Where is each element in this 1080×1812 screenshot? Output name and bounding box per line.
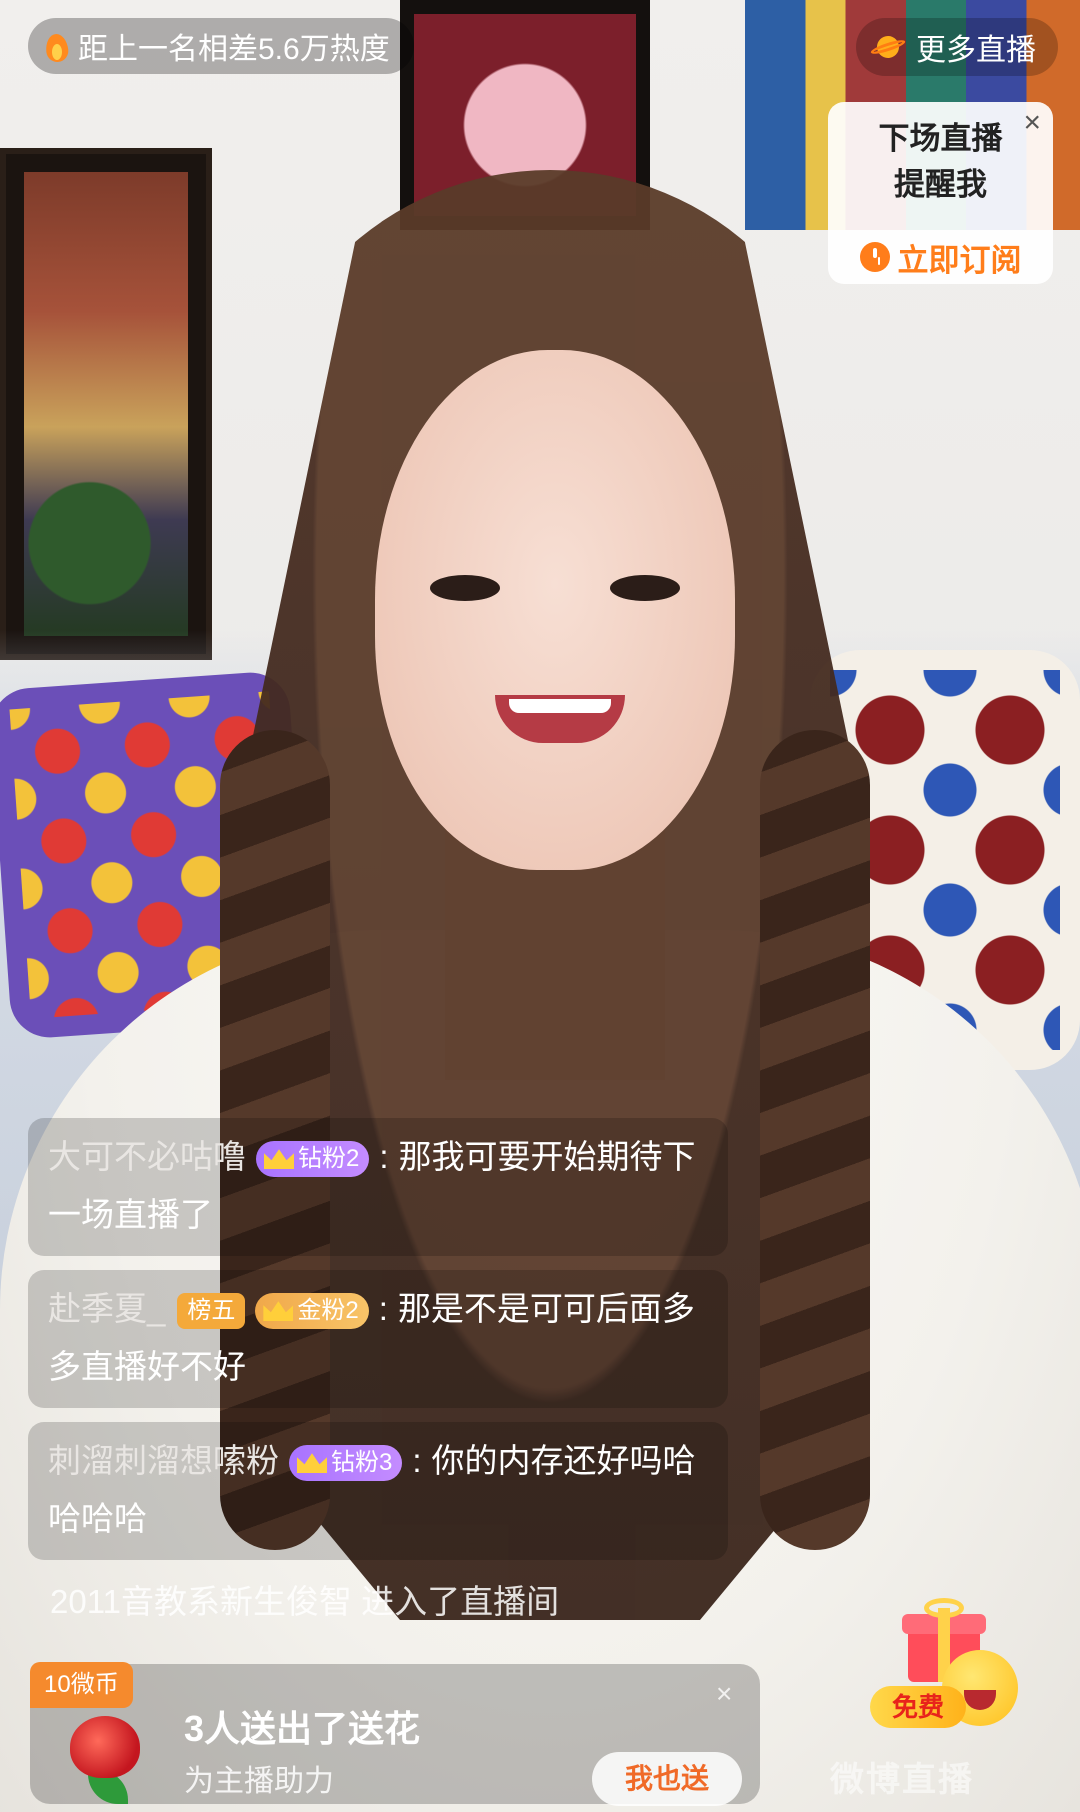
send-too-button[interactable]: 我也送 — [592, 1752, 742, 1806]
clock-icon — [859, 242, 890, 272]
free-label: 免费 — [870, 1686, 966, 1728]
wall-painting-left — [0, 148, 212, 660]
chat-message[interactable]: 大可不必咕噜 钻粉2: 那我可要开始期待下一场直播了 — [28, 1118, 728, 1256]
fan-badge-label: 钻粉2 — [298, 1145, 360, 1173]
coin-price-tag: 10微币 — [30, 1662, 133, 1708]
chat-message[interactable]: 刺溜刺溜想嗦粉 钻粉3: 你的内存还好吗哈哈哈哈 — [28, 1422, 728, 1560]
subscribe-button[interactable]: 立即订阅 — [828, 230, 1053, 284]
chat-message[interactable]: 赴季夏_ 榜五 金粉2: 那是不是可可后面多多直播好不好 — [28, 1270, 728, 1408]
more-live-button[interactable]: 更多直播 — [856, 18, 1058, 76]
subscribe-label: 立即订阅 — [897, 242, 1022, 278]
weibo-live-watermark: 微博直播 — [830, 1761, 974, 1799]
fan-badge-label: 金粉2 — [297, 1297, 359, 1325]
chat-username[interactable]: 大可不必咕噜 — [48, 1138, 246, 1175]
chat-username[interactable]: 赴季夏_ — [48, 1290, 165, 1327]
reminder-line-1: 下场直播 — [878, 121, 1003, 156]
crown-icon — [263, 1297, 293, 1321]
gift-close-icon[interactable]: × — [716, 1678, 732, 1710]
gift-subtitle: 为主播助力 — [184, 1765, 334, 1798]
rose-icon — [58, 1712, 154, 1808]
fan-badge: 金粉2 — [255, 1293, 369, 1330]
chat-list: 大可不必咕噜 钻粉2: 那我可要开始期待下一场直播了 赴季夏_ 榜五 金粉2: 那是不是可… — [28, 1118, 728, 1630]
free-gift-button[interactable]: 免费 — [870, 1590, 1030, 1740]
crown-icon — [264, 1145, 294, 1169]
gift-title: 3人送出了送花 — [184, 1708, 421, 1749]
fan-badge: 钻粉3 — [289, 1445, 403, 1482]
fan-badge: 钻粉2 — [256, 1141, 370, 1178]
next-live-reminder-card: × 下场直播 提醒我 立即订阅 — [828, 102, 1053, 284]
more-live-label: 更多直播 — [916, 34, 1036, 67]
fan-badge-label: 钻粉3 — [331, 1449, 393, 1477]
heat-gap-text: 距上一名相差5.6万热度 — [78, 33, 390, 66]
flame-icon — [44, 30, 70, 62]
rank-badge: 榜五 — [177, 1293, 246, 1330]
reminder-line-2: 提醒我 — [894, 167, 987, 202]
heat-gap-pill[interactable]: 距上一名相差5.6万热度 — [28, 18, 414, 74]
enter-room-message: 2011音教系新生俊智 进入了直播间 — [50, 1583, 560, 1620]
planet-icon — [870, 32, 906, 62]
chat-username[interactable]: 刺溜刺溜想嗦粉 — [48, 1442, 279, 1479]
reminder-text: 下场直播 提醒我 — [828, 116, 1053, 208]
crown-icon — [297, 1449, 327, 1473]
